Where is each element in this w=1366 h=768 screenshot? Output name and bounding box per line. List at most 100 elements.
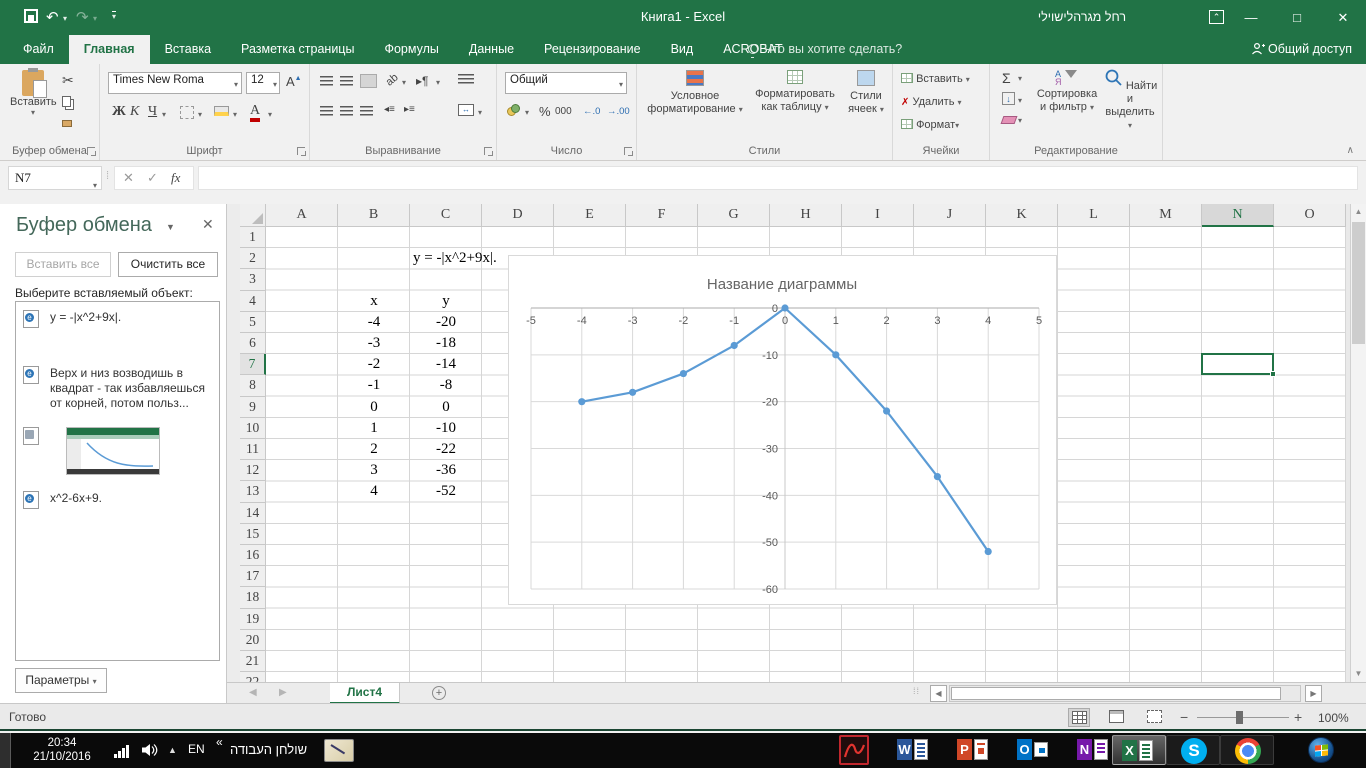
row-header-7[interactable]: 7 xyxy=(240,354,266,376)
decrease-indent-icon[interactable]: ◂≡ xyxy=(384,104,395,115)
row-header-16[interactable]: 16 xyxy=(240,545,266,567)
orientation-icon[interactable]: ab xyxy=(384,71,401,88)
cell-B4[interactable]: x xyxy=(338,291,410,312)
ribbon-tab-Рецензирование[interactable]: Рецензирование xyxy=(529,35,656,64)
minimize-button[interactable]: — xyxy=(1228,0,1274,35)
increase-decimal-icon[interactable]: ←.0 xyxy=(583,106,600,117)
fill-color-icon[interactable] xyxy=(214,106,229,116)
comma-style-icon[interactable]: 000 xyxy=(555,106,572,117)
row-header-12[interactable]: 12 xyxy=(240,460,266,482)
row-header-18[interactable]: 18 xyxy=(240,587,266,609)
increase-indent-icon[interactable]: ▸≡ xyxy=(404,104,415,115)
column-header-E[interactable]: E xyxy=(554,204,626,227)
name-box[interactable]: N7 ▾ xyxy=(8,166,102,190)
page-break-view-icon[interactable] xyxy=(1144,708,1166,727)
row-header-6[interactable]: 6 xyxy=(240,333,266,355)
fill-icon[interactable]: ↓ xyxy=(1002,92,1015,105)
vertical-scroll-thumb[interactable] xyxy=(1352,222,1365,344)
column-header-O[interactable]: O xyxy=(1274,204,1346,227)
new-sheet-icon[interactable]: + xyxy=(432,686,446,700)
align-middle-icon[interactable] xyxy=(340,76,353,86)
select-all-corner[interactable] xyxy=(240,204,266,227)
embedded-chart[interactable]: -5 -4 -3 -2 -1 0 1 2 3 4 5 0 -10 -20 -30 -40 -50 -60 Назва… xyxy=(508,255,1057,605)
volume-icon[interactable] xyxy=(140,742,158,763)
ribbon-tab-Формулы[interactable]: Формулы xyxy=(369,35,453,64)
horizontal-scrollbar[interactable] xyxy=(949,685,1301,702)
collapse-ribbon-icon[interactable]: ∧ xyxy=(1347,145,1354,156)
cell-B11[interactable]: 2 xyxy=(338,439,410,460)
orientation-dropdown-icon[interactable]: ▾ xyxy=(402,78,406,87)
share-button[interactable]: Общий доступ xyxy=(1251,35,1352,64)
tab-strip-splitter[interactable]: ⁞⁞ xyxy=(913,686,920,696)
row-header-13[interactable]: 13 xyxy=(240,481,266,503)
zoom-slider[interactable] xyxy=(1197,717,1289,718)
autosum-icon[interactable]: Σ xyxy=(1002,70,1011,86)
clipboard-item-3[interactable] xyxy=(16,419,219,483)
cell-C7[interactable]: -14 xyxy=(410,354,482,375)
selected-cell-N7[interactable] xyxy=(1201,353,1276,378)
borders-icon[interactable] xyxy=(180,106,194,119)
paste-button[interactable]: Вставить ▾ xyxy=(10,68,57,117)
column-header-D[interactable]: D xyxy=(482,204,554,227)
cut-icon[interactable]: ✂ xyxy=(62,72,74,89)
next-sheet-icon[interactable]: ▶ xyxy=(279,687,287,698)
font-dialog-launcher[interactable] xyxy=(297,147,306,156)
maximize-button[interactable]: □ xyxy=(1274,0,1320,35)
confirm-entry-icon[interactable]: ✓ xyxy=(147,170,158,186)
taskbar-app-outlook[interactable]: O xyxy=(1008,735,1062,765)
align-top-icon[interactable] xyxy=(320,76,333,86)
column-header-K[interactable]: K xyxy=(986,204,1058,227)
column-header-F[interactable]: F xyxy=(626,204,698,227)
underline-button[interactable]: Ч xyxy=(148,104,157,120)
copy-icon[interactable] xyxy=(62,96,71,107)
cell-C12[interactable]: -36 xyxy=(410,460,482,481)
align-right-icon[interactable] xyxy=(360,106,373,116)
clear-dropdown-icon[interactable]: ▾ xyxy=(1018,116,1022,125)
cell-C13[interactable]: -52 xyxy=(410,481,482,502)
borders-dropdown-icon[interactable]: ▾ xyxy=(198,110,202,119)
row-header-14[interactable]: 14 xyxy=(240,502,266,524)
taskbar-app-acrobat[interactable] xyxy=(828,735,882,765)
percent-style-icon[interactable]: % xyxy=(539,104,551,119)
font-size-combo[interactable]: 12 ▾ xyxy=(246,72,280,94)
zoom-out-icon[interactable]: − xyxy=(1180,709,1188,725)
increase-font-icon[interactable]: А▲ xyxy=(286,74,302,89)
options-button[interactable]: Параметры ▾ xyxy=(15,668,107,693)
journal-note-icon[interactable] xyxy=(324,739,354,762)
column-header-J[interactable]: J xyxy=(914,204,986,227)
clipboard-item-1[interactable]: е y = -|x^2+9x|. xyxy=(16,302,219,358)
accounting-dropdown-icon[interactable]: ▾ xyxy=(525,108,529,117)
column-header-L[interactable]: L xyxy=(1058,204,1130,227)
ribbon-tab-Данные[interactable]: Данные xyxy=(454,35,529,64)
vertical-scrollbar[interactable]: ▲ ▼ xyxy=(1350,204,1366,682)
column-header-A[interactable]: A xyxy=(266,204,338,227)
prev-sheet-icon[interactable]: ◀ xyxy=(249,687,257,698)
underline-dropdown-icon[interactable]: ▾ xyxy=(162,110,166,119)
cell-C5[interactable]: -20 xyxy=(410,312,482,333)
row-header-11[interactable]: 11 xyxy=(240,439,266,461)
align-bottom-icon[interactable] xyxy=(360,74,377,88)
fill-dropdown-icon[interactable]: ▾ xyxy=(1018,96,1022,105)
row-header-1[interactable]: 1 xyxy=(240,227,266,249)
column-header-M[interactable]: M xyxy=(1130,204,1202,227)
number-format-combo[interactable]: Общий ▾ xyxy=(505,72,627,94)
row-header-21[interactable]: 21 xyxy=(240,651,266,673)
horizontal-scroll-thumb[interactable] xyxy=(951,687,1281,700)
cell-C4[interactable]: y xyxy=(410,291,482,312)
toolbar-chevron[interactable]: « xyxy=(216,735,223,749)
clipboard-dialog-launcher[interactable] xyxy=(87,147,96,156)
cell-B5[interactable]: -4 xyxy=(338,312,410,333)
alignment-dialog-launcher[interactable] xyxy=(484,147,493,156)
row-header-3[interactable]: 3 xyxy=(240,269,266,291)
row-header-8[interactable]: 8 xyxy=(240,375,266,397)
font-color-icon[interactable]: А xyxy=(250,103,261,122)
autosum-dropdown-icon[interactable]: ▾ xyxy=(1018,74,1022,83)
taskbar-app-word[interactable]: W xyxy=(888,735,942,765)
merge-center-icon[interactable]: ↔ xyxy=(458,104,474,116)
taskbar-app-skype[interactable]: S xyxy=(1166,735,1220,765)
cell-B9[interactable]: 0 xyxy=(338,397,410,418)
row-header-19[interactable]: 19 xyxy=(240,608,266,630)
ribbon-tab-Файл[interactable]: Файл xyxy=(8,35,69,64)
row-header-17[interactable]: 17 xyxy=(240,566,266,588)
close-button[interactable]: ✕ xyxy=(1320,0,1366,35)
